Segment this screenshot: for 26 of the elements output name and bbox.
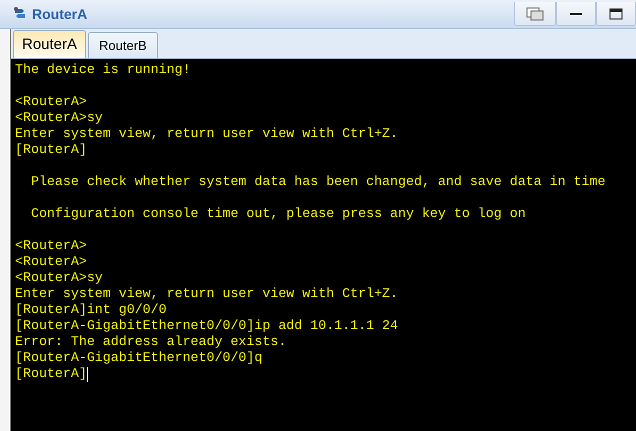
console-line: Error: The address already exists.: [15, 334, 286, 350]
console-line: <RouterA>sy: [15, 110, 103, 126]
tab[interactable]: RouterA: [13, 30, 86, 58]
console-line: <RouterA>: [15, 94, 87, 110]
console-line: [RouterA]: [15, 366, 87, 382]
window-title: RouterA: [32, 6, 88, 22]
console-line: <RouterA>sy: [15, 270, 103, 286]
maximize-icon: [609, 8, 623, 20]
console-line: Configuration console time out, please press any key to log on: [30, 206, 526, 222]
minimize-icon: [570, 12, 582, 16]
console-line: Enter system view, return user view with Ctrl+Z.: [15, 126, 398, 142]
console-line: [RouterA-GigabitEthernet0/0/0]ip add 10.1.1.1 24: [15, 318, 398, 334]
maximize-button[interactable]: [596, 2, 636, 26]
minimize-button[interactable]: [556, 2, 596, 26]
windows-icon: [526, 6, 544, 20]
console-line: [RouterA]int g0/0/0: [15, 302, 167, 318]
console-line: <RouterA>: [15, 238, 87, 254]
terminal-console[interactable]: [11, 59, 636, 431]
console-line: [RouterA-GigabitEthernet0/0/0]q: [15, 350, 262, 366]
console-line: The device is running!: [15, 62, 191, 78]
console-line: [RouterA]: [15, 142, 87, 158]
tab[interactable]: RouterB: [88, 32, 158, 58]
console-line: <RouterA>: [15, 254, 87, 270]
console-line: Please check whether system data has been changed, and save data in time: [30, 174, 606, 190]
console-line: Enter system view, return user view with Ctrl+Z.: [15, 286, 398, 302]
restore-button[interactable]: [514, 2, 556, 26]
